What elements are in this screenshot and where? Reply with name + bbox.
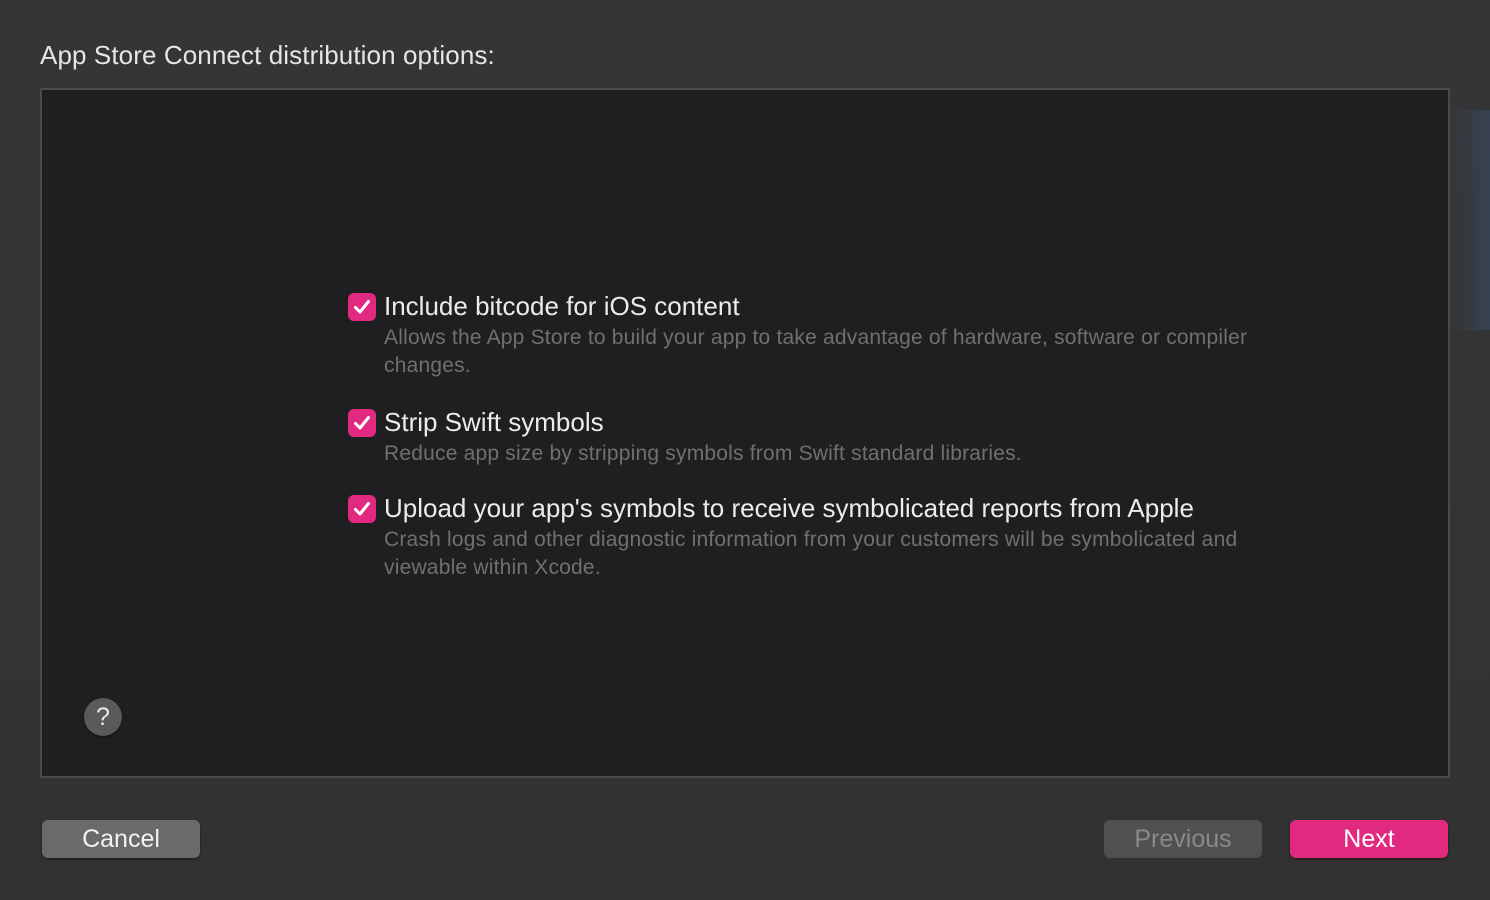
option-label[interactable]: Include bitcode for iOS content — [384, 290, 1268, 322]
checkmark-icon — [354, 502, 370, 516]
option-upload-symbols: Upload your app's symbols to receive sym… — [348, 492, 1268, 582]
previous-button[interactable]: Previous — [1104, 820, 1262, 858]
option-label[interactable]: Strip Swift symbols — [384, 406, 1268, 438]
option-description: Reduce app size by stripping symbols fro… — [384, 442, 1022, 465]
option-include-bitcode: Include bitcode for iOS content Allows t… — [348, 290, 1268, 380]
checkmark-icon — [354, 416, 370, 430]
options-list: Include bitcode for iOS content Allows t… — [348, 290, 1268, 582]
strip-swift-symbols-checkbox[interactable] — [348, 409, 376, 437]
window-edge-glow — [1450, 110, 1490, 330]
option-strip-swift-symbols: Strip Swift symbols Reduce app size by s… — [348, 406, 1268, 468]
option-description: Allows the App Store to build your app t… — [384, 326, 1248, 377]
sheet-title: App Store Connect distribution options: — [40, 40, 495, 70]
upload-symbols-checkbox[interactable] — [348, 495, 376, 523]
options-panel: Include bitcode for iOS content Allows t… — [40, 88, 1450, 778]
help-button[interactable]: ? — [84, 698, 122, 736]
option-description: Crash logs and other diagnostic informat… — [384, 528, 1238, 579]
question-mark-icon: ? — [96, 703, 110, 731]
checkmark-icon — [354, 300, 370, 314]
option-label[interactable]: Upload your app's symbols to receive sym… — [384, 492, 1268, 524]
distribution-options-sheet: App Store Connect distribution options: … — [0, 0, 1490, 900]
cancel-button[interactable]: Cancel — [42, 820, 200, 858]
next-button[interactable]: Next — [1290, 820, 1448, 858]
include-bitcode-checkbox[interactable] — [348, 293, 376, 321]
